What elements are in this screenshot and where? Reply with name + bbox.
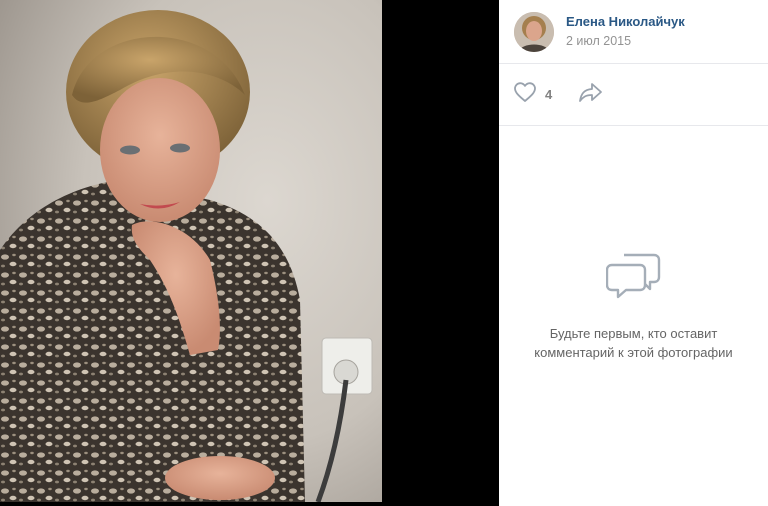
heart-icon [513,81,537,108]
avatar[interactable] [514,11,554,52]
author-header: Елена Николайчук 2 июл 2015 [499,0,768,64]
photo-viewer: Елена Николайчук 2 июл 2015 4 Будьте пер… [0,0,768,506]
like-count: 4 [545,87,553,102]
chat-bubbles-icon [605,251,662,306]
post-date-link[interactable]: 2 июл 2015 [566,33,685,49]
like-button[interactable]: 4 [513,81,552,108]
photo[interactable] [0,0,382,502]
share-button[interactable] [578,81,604,108]
comments-area: Будьте первым, кто оставит комментарий к… [499,126,768,506]
photo-pane[interactable] [0,0,499,506]
share-arrow-icon [578,81,604,108]
side-pane: Елена Николайчук 2 июл 2015 4 Будьте пер… [499,0,768,506]
empty-comments-message: Будьте первым, кто оставит комментарий к… [534,325,733,360]
author-name-link[interactable]: Елена Николайчук [566,14,685,30]
post-actions: 4 [499,64,768,126]
